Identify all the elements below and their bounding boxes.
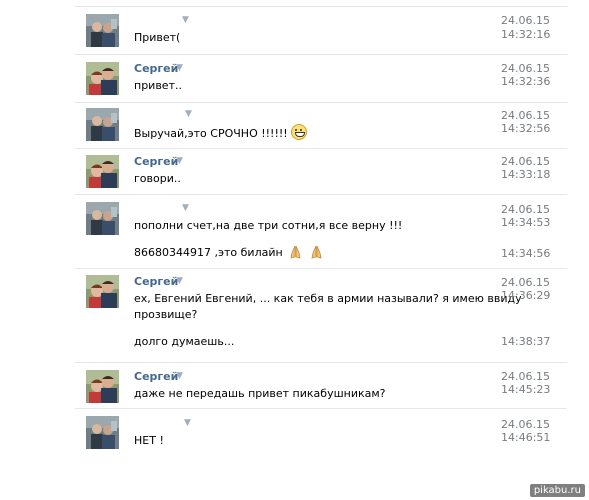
message-text: НЕТ ! bbox=[134, 434, 164, 447]
message-text: 86680344917 ,это билайн bbox=[134, 244, 324, 261]
message-date: 24.06.15 bbox=[501, 155, 550, 168]
avatar-sergey[interactable] bbox=[86, 62, 119, 95]
message-text: пополни счет,на две три сотни,я все верн… bbox=[134, 219, 403, 232]
message-text-content: 86680344917 ,это билайн bbox=[134, 246, 283, 259]
message-date: 24.06.15 bbox=[501, 418, 550, 431]
message-time: 14:38:37 bbox=[501, 335, 551, 348]
dropdown-arrow-icon[interactable]: ▼ bbox=[184, 418, 191, 428]
message-text-line: прозвище? bbox=[134, 308, 198, 321]
avatar-evgeny[interactable] bbox=[86, 202, 119, 235]
message-date: 24.06.15 bbox=[501, 370, 550, 383]
sender-name[interactable]: Сергей bbox=[134, 155, 178, 168]
message-divider bbox=[75, 268, 567, 269]
message-time: 14:33:18 bbox=[501, 168, 551, 181]
message-date: 24.06.15 bbox=[501, 109, 550, 122]
message-time: 14:32:36 bbox=[501, 75, 551, 88]
sender-name[interactable]: Сергей bbox=[134, 275, 178, 288]
message-date: 24.06.15 bbox=[501, 203, 550, 216]
message-divider bbox=[75, 148, 567, 149]
site-watermark: pikabu.ru bbox=[529, 484, 585, 497]
message-text: ех, Евгений Евгений, ... как тебя в арми… bbox=[134, 291, 522, 323]
message-text: долго думаешь... bbox=[134, 335, 235, 348]
dropdown-arrow-icon[interactable]: ▼ bbox=[176, 371, 183, 381]
dropdown-arrow-icon[interactable]: ▼ bbox=[176, 63, 183, 73]
message-divider bbox=[75, 408, 567, 409]
dropdown-arrow-icon[interactable]: ▼ bbox=[182, 203, 189, 213]
dropdown-arrow-icon[interactable]: ▼ bbox=[182, 15, 189, 25]
message-time: 14:34:56 bbox=[501, 247, 551, 260]
message-divider bbox=[75, 102, 567, 103]
message-date: 24.06.15 bbox=[501, 62, 550, 75]
message-divider bbox=[75, 54, 567, 55]
message-time: 14:36:29 bbox=[501, 289, 551, 302]
avatar-sergey[interactable] bbox=[86, 155, 119, 188]
chat-history: ▼ Привет( 24.06.15 14:32:16 Сергей ▼ при… bbox=[0, 0, 589, 500]
message-text: Выручай,это СРОЧНО !!!!!! bbox=[134, 124, 308, 142]
message-text: привет.. bbox=[134, 79, 182, 92]
avatar-evgeny[interactable] bbox=[86, 14, 119, 47]
sender-name[interactable]: Сергей bbox=[134, 62, 178, 75]
message-text-content: Выручай,это СРОЧНО !!!!!! bbox=[134, 127, 288, 140]
avatar-sergey[interactable] bbox=[86, 275, 119, 308]
avatar-evgeny[interactable] bbox=[86, 416, 119, 449]
praying-hands-icon bbox=[290, 245, 301, 259]
avatar-evgeny[interactable] bbox=[86, 108, 119, 141]
praying-hands-icon bbox=[311, 245, 322, 259]
grinning-face-icon bbox=[291, 124, 308, 140]
message-text: Привет( bbox=[134, 31, 181, 44]
message-time: 14:32:56 bbox=[501, 122, 551, 135]
message-date: 24.06.15 bbox=[501, 14, 550, 27]
message-time: 14:32:16 bbox=[501, 28, 551, 41]
message-text: даже не передашь привет пикабушникам? bbox=[134, 387, 386, 400]
message-divider bbox=[75, 194, 567, 195]
sender-name[interactable]: Сергей bbox=[134, 370, 178, 383]
message-text: говори.. bbox=[134, 172, 181, 185]
message-divider bbox=[75, 6, 567, 7]
message-time: 14:45:23 bbox=[501, 383, 551, 396]
message-time: 14:34:53 bbox=[501, 216, 551, 229]
message-text-line: ех, Евгений Евгений, ... как тебя в арми… bbox=[134, 292, 522, 305]
avatar-sergey[interactable] bbox=[86, 370, 119, 403]
message-time: 14:46:51 bbox=[501, 431, 551, 444]
message-date: 24.06.15 bbox=[501, 276, 550, 289]
dropdown-arrow-icon[interactable]: ▼ bbox=[176, 276, 183, 286]
message-divider bbox=[75, 362, 567, 363]
dropdown-arrow-icon[interactable]: ▼ bbox=[176, 156, 183, 166]
dropdown-arrow-icon[interactable]: ▼ bbox=[185, 109, 192, 119]
